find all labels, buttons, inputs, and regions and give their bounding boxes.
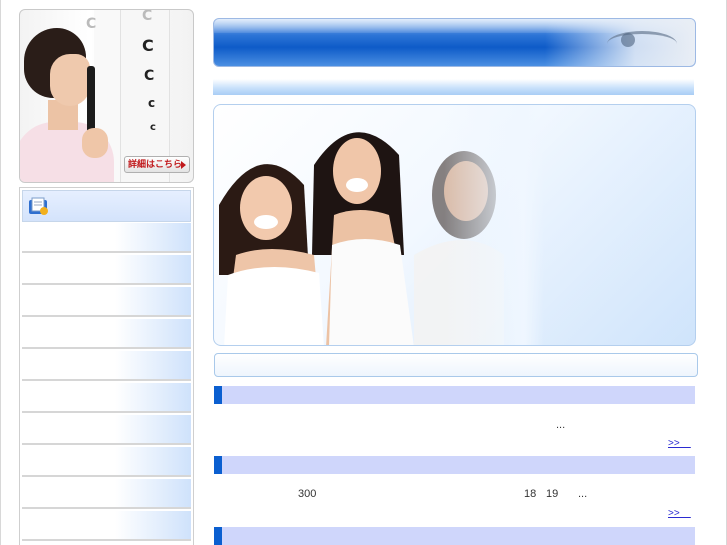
chart-symbol: C — [86, 16, 97, 32]
read-more-link[interactable]: >> — [668, 508, 691, 519]
chart-symbol: C — [142, 36, 154, 55]
side-menu-item[interactable] — [22, 255, 191, 285]
side-menu-item[interactable] — [22, 479, 191, 509]
chart-symbol: c — [150, 122, 156, 133]
arrow-right-icon — [181, 161, 186, 169]
chart-symbol: C — [144, 68, 155, 84]
side-menu-item[interactable] — [22, 415, 191, 445]
details-button[interactable]: 詳細はこちら — [124, 156, 190, 173]
eye-iris-graphic — [621, 33, 635, 47]
news-section-header — [214, 527, 695, 545]
details-button-label: 詳細はこちら — [128, 159, 183, 169]
folder-document-icon — [29, 197, 48, 215]
chart-symbol: c — [148, 96, 156, 110]
side-menu — [19, 187, 194, 545]
eye-exam-banner[interactable]: C C C C c c 詳細はこちら — [19, 9, 194, 183]
hero-fade — [444, 105, 544, 345]
article-text: ... — [578, 488, 588, 500]
section-marker — [214, 456, 222, 474]
title-banner — [213, 18, 696, 67]
side-menu-item[interactable] — [22, 447, 191, 477]
side-menu-item[interactable] — [22, 511, 191, 541]
hero-image — [213, 104, 696, 346]
caption-bar — [214, 353, 698, 377]
side-menu-header — [22, 190, 191, 222]
section-marker — [214, 527, 222, 545]
side-menu-item[interactable] — [22, 287, 191, 317]
eye-graphic — [607, 31, 677, 57]
sub-header-bar — [213, 79, 694, 95]
article-text: ... — [556, 419, 566, 431]
side-menu-item[interactable] — [22, 223, 191, 253]
chart-symbol: C — [142, 9, 153, 24]
side-menu-item[interactable] — [22, 319, 191, 349]
read-more-link[interactable]: >> — [668, 438, 691, 449]
article-text: 19 — [546, 488, 559, 500]
person-face — [50, 54, 90, 106]
section-marker — [214, 386, 222, 404]
side-menu-item[interactable] — [22, 351, 191, 381]
news-section-header — [214, 386, 695, 404]
person-hand — [82, 128, 108, 158]
news-section-header — [214, 456, 695, 474]
article-text: 300 — [298, 488, 317, 500]
side-menu-item[interactable] — [22, 383, 191, 413]
article-text: 18 — [524, 488, 537, 500]
